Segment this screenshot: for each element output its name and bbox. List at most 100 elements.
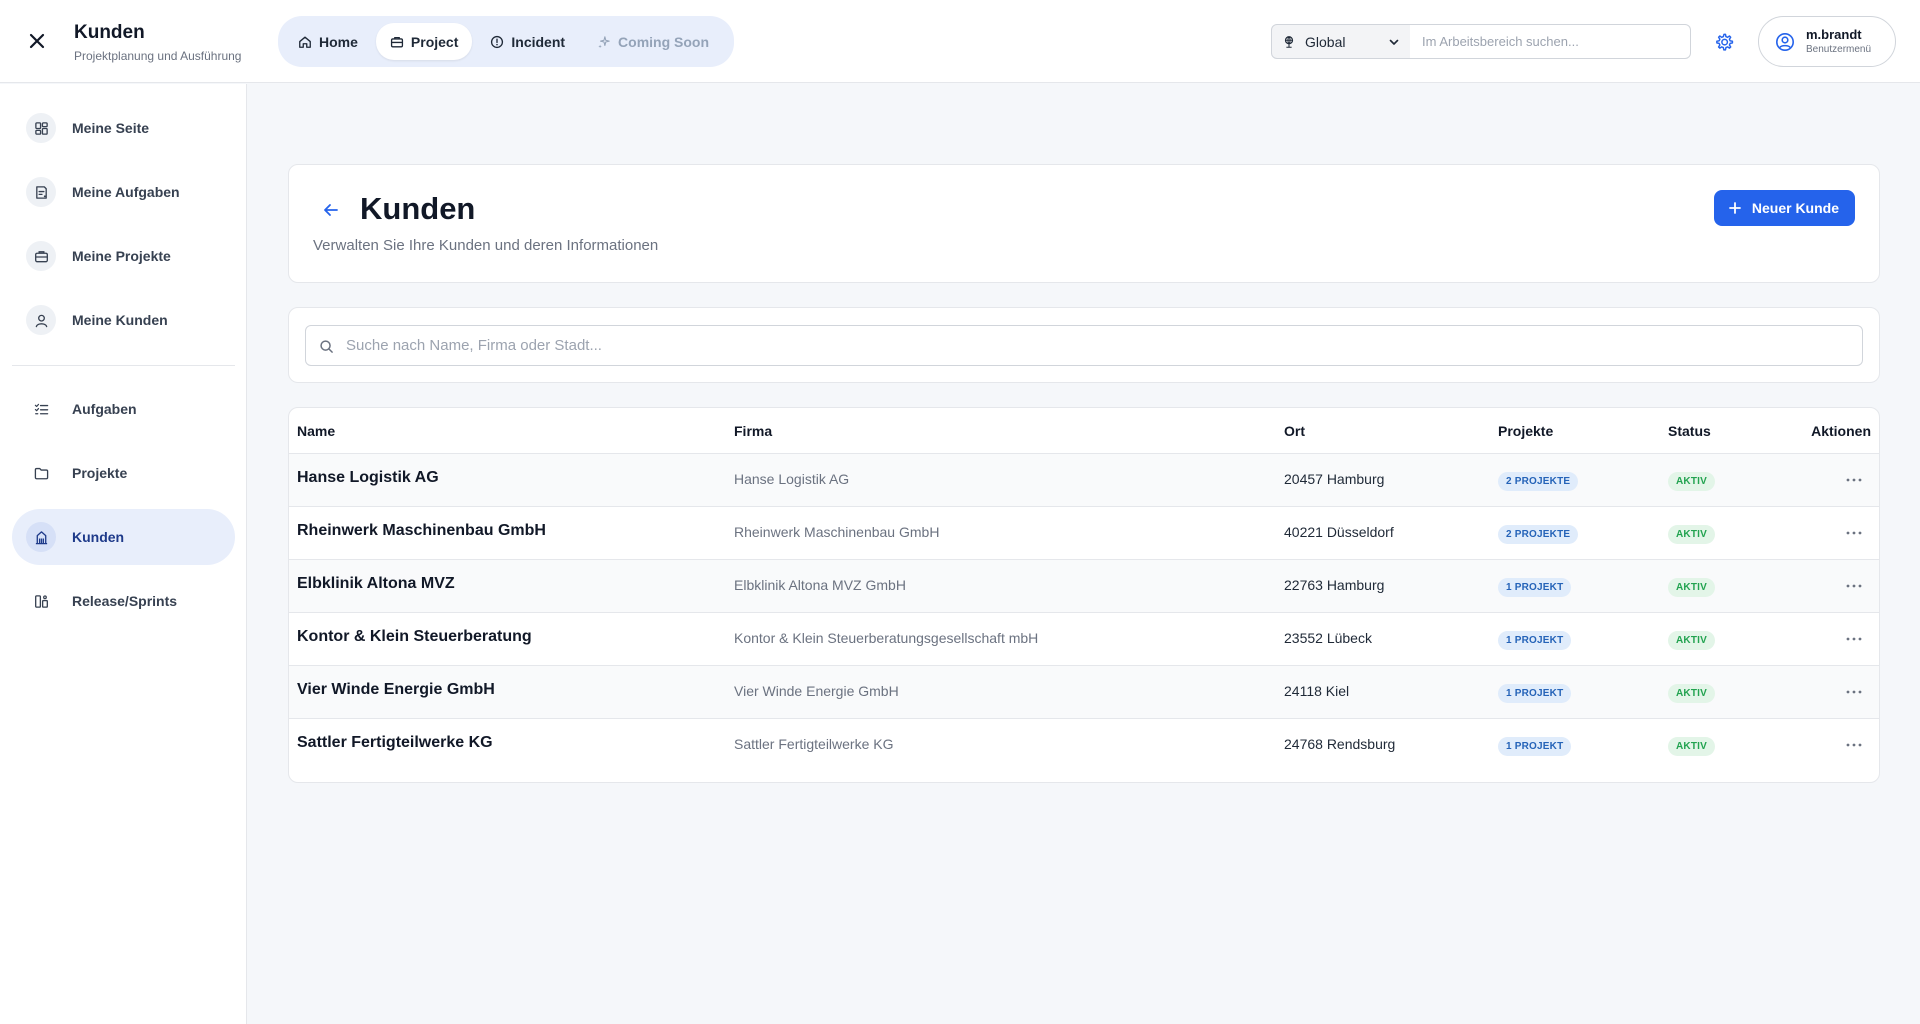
more-horizontal-icon	[1846, 637, 1862, 641]
sidebar-item-label: Projekte	[72, 465, 128, 481]
cell-firma: Elbklinik Altona MVZ GmbH	[734, 577, 906, 593]
cell-firma: Vier Winde Energie GmbH	[734, 683, 899, 699]
row-actions-button[interactable]	[1843, 682, 1865, 702]
projects-badge: 1 PROJEKT	[1498, 737, 1572, 756]
sidebar-item-kunden[interactable]: Kunden	[12, 509, 235, 565]
home-icon	[299, 36, 311, 48]
nav-home[interactable]: Home	[284, 23, 372, 60]
sidebar-item-aufgaben[interactable]: Aufgaben	[12, 381, 235, 437]
alert-circle-icon	[491, 35, 504, 48]
column-header-aktionen: Aktionen	[1811, 423, 1871, 439]
cell-ort: 20457 Hamburg	[1284, 471, 1385, 487]
scope-select[interactable]: Global	[1271, 24, 1411, 59]
nav-project-label: Project	[410, 33, 459, 50]
more-horizontal-icon	[1846, 690, 1862, 694]
more-horizontal-icon	[1846, 478, 1862, 482]
user-icon	[26, 305, 56, 335]
more-horizontal-icon	[1846, 743, 1862, 747]
table-row[interactable]: Elbklinik Altona MVZ Elbklinik Altona MV…	[289, 560, 1879, 613]
cell-firma: Sattler Fertigteilwerke KG	[734, 736, 894, 752]
user-menu-label: Benutzermenü	[1806, 43, 1872, 55]
scope-label: Global	[1305, 33, 1346, 50]
nav-incident-label: Incident	[511, 33, 566, 50]
cell-name: Rheinwerk Maschinenbau GmbH	[297, 522, 546, 539]
customer-table: Name Firma Ort Projekte Status Aktionen …	[288, 407, 1880, 783]
sidebar: Meine Seite Meine Aufgaben Meine Projekt…	[0, 84, 247, 1024]
sidebar-item-label: Meine Aufgaben	[72, 184, 180, 200]
cell-firma: Kontor & Klein Steuerberatungsgesellscha…	[734, 630, 1039, 646]
sidebar-item-release-sprints[interactable]: Release/Sprints	[12, 573, 235, 629]
row-actions-button[interactable]	[1843, 576, 1865, 596]
cell-ort: 22763 Hamburg	[1284, 577, 1385, 593]
cell-firma: Hanse Logistik AG	[734, 471, 850, 487]
user-name: m.brandt	[1806, 26, 1862, 42]
status-badge: AKTIV	[1668, 737, 1715, 756]
sidebar-item-meine-seite[interactable]: Meine Seite	[12, 100, 235, 156]
row-actions-button[interactable]	[1843, 629, 1865, 649]
workspace-search-input[interactable]	[1410, 24, 1691, 59]
nav-home-label: Home	[319, 33, 358, 50]
cell-name: Sattler Fertigteilwerke KG	[297, 734, 493, 751]
column-header-name[interactable]: Name	[297, 423, 335, 439]
status-badge: AKTIV	[1668, 631, 1715, 650]
chevron-down-icon	[1389, 39, 1399, 45]
status-badge: AKTIV	[1668, 578, 1715, 597]
sidebar-item-meine-projekte[interactable]: Meine Projekte	[12, 228, 235, 284]
user-menu-button[interactable]: m.brandt Benutzermenü	[1758, 16, 1896, 67]
column-header-projekte[interactable]: Projekte	[1498, 423, 1553, 439]
cell-ort: 24118 Kiel	[1284, 683, 1350, 699]
gear-icon	[1716, 33, 1734, 51]
nav-coming-soon[interactable]: Coming Soon	[583, 23, 723, 60]
cell-name: Vier Winde Energie GmbH	[297, 681, 495, 698]
arrow-left-icon	[324, 204, 338, 216]
search-card	[288, 307, 1880, 383]
sparkle-icon	[598, 35, 610, 48]
close-icon	[29, 33, 45, 49]
column-header-firma[interactable]: Firma	[734, 423, 772, 439]
new-customer-button[interactable]: Neuer Kunde	[1713, 190, 1855, 226]
cell-name: Hanse Logistik AG	[297, 469, 439, 486]
page-header-card: Kunden Verwalten Sie Ihre Kunden und der…	[288, 164, 1880, 283]
column-header-ort[interactable]: Ort	[1284, 423, 1305, 439]
settings-button[interactable]	[1710, 28, 1738, 56]
sidebar-item-projekte[interactable]: Projekte	[12, 445, 235, 501]
table-row[interactable]: Vier Winde Energie GmbH Vier Winde Energ…	[289, 666, 1879, 719]
sidebar-divider	[12, 365, 235, 366]
customer-search-input[interactable]	[346, 326, 1846, 365]
top-bar: Kunden Projektplanung und Ausführung Hom…	[0, 0, 1920, 83]
cell-name: Kontor & Klein Steuerberatung	[297, 628, 532, 645]
globe-pin-icon	[1284, 35, 1294, 48]
plus-icon	[1728, 202, 1741, 214]
sidebar-item-label: Release/Sprints	[72, 593, 178, 609]
nav-incident[interactable]: Incident	[476, 23, 579, 60]
folder-icon	[26, 458, 56, 488]
briefcase-icon	[390, 36, 403, 47]
task-list-icon	[26, 177, 56, 207]
close-button[interactable]	[22, 26, 52, 56]
projects-badge: 2 PROJEKTE	[1498, 472, 1579, 491]
cell-firma: Rheinwerk Maschinenbau GmbH	[734, 524, 940, 540]
page-description: Verwalten Sie Ihre Kunden und deren Info…	[313, 237, 659, 254]
projects-badge: 1 PROJEKT	[1498, 578, 1572, 597]
column-header-status[interactable]: Status	[1668, 423, 1711, 439]
back-button[interactable]	[319, 198, 343, 222]
more-horizontal-icon	[1846, 531, 1862, 535]
row-actions-button[interactable]	[1843, 470, 1865, 490]
release-icon	[26, 586, 56, 616]
sidebar-item-meine-aufgaben[interactable]: Meine Aufgaben	[12, 164, 235, 220]
projects-badge: 1 PROJEKT	[1498, 631, 1572, 650]
sidebar-item-meine-kunden[interactable]: Meine Kunden	[12, 292, 235, 348]
row-actions-button[interactable]	[1843, 523, 1865, 543]
customer-search-field	[305, 325, 1863, 366]
main-nav: Home Project Incident Coming Soon	[278, 16, 734, 67]
sidebar-item-label: Meine Projekte	[72, 248, 171, 264]
checklist-icon	[26, 394, 56, 424]
sidebar-item-label: Meine Kunden	[72, 312, 168, 328]
table-row[interactable]: Hanse Logistik AG Hanse Logistik AG 2045…	[289, 454, 1879, 507]
row-actions-button[interactable]	[1843, 735, 1865, 755]
table-row[interactable]: Kontor & Klein Steuerberatung Kontor & K…	[289, 613, 1879, 666]
page-title: Kunden	[360, 191, 476, 226]
table-row[interactable]: Rheinwerk Maschinenbau GmbH Rheinwerk Ma…	[289, 507, 1879, 560]
nav-project[interactable]: Project	[375, 23, 473, 60]
table-row[interactable]: Sattler Fertigteilwerke KG Sattler Ferti…	[289, 719, 1879, 772]
